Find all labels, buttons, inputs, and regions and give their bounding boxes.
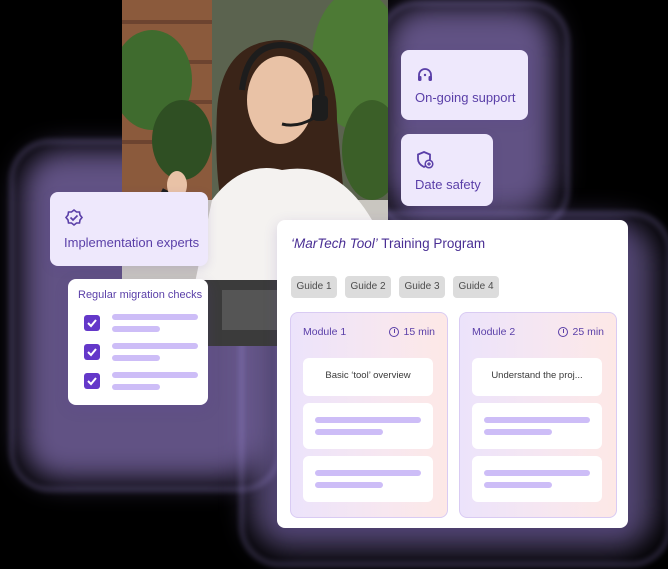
- placeholder-bar: [484, 429, 552, 435]
- module-1-placeholder-item: [303, 456, 433, 502]
- clock-icon: [389, 327, 400, 337]
- check-item[interactable]: [84, 312, 198, 334]
- headset-icon: [415, 66, 435, 86]
- tab-guide-2[interactable]: Guide 2: [345, 276, 391, 298]
- placeholder-bar: [315, 482, 383, 488]
- placeholder-bar: [112, 355, 160, 361]
- date-safety-card: Date safety: [401, 134, 493, 206]
- module-2-time: 25 min: [572, 326, 604, 338]
- program-title-tool: ‘MarTech Tool’: [291, 236, 378, 251]
- placeholder-bar: [112, 343, 198, 349]
- module-1-duration: 15 min: [389, 326, 435, 338]
- placeholder-bar: [112, 314, 198, 320]
- module-2-duration: 25 min: [558, 326, 604, 338]
- tab-guide-3[interactable]: Guide 3: [399, 276, 445, 298]
- ongoing-support-card: On-going support: [401, 50, 528, 120]
- checkbox-checked-icon[interactable]: [84, 373, 100, 389]
- module-2-item-label: Understand the proj...: [491, 370, 583, 381]
- placeholder-bar: [315, 429, 383, 435]
- module-2-card[interactable]: Module 2 25 min Understand the proj...: [459, 312, 617, 518]
- module-2-item[interactable]: Understand the proj...: [472, 358, 602, 396]
- module-1-item[interactable]: Basic ‘tool’ overview: [303, 358, 433, 396]
- placeholder-bar: [315, 417, 421, 423]
- clock-icon: [558, 327, 569, 337]
- module-1-item-label: Basic ‘tool’ overview: [325, 370, 411, 381]
- placeholder-bar: [484, 482, 552, 488]
- placeholder-bar: [315, 470, 421, 476]
- module-1-name: Module 1: [303, 326, 347, 338]
- migration-checks-card: Regular migration checks: [68, 279, 208, 405]
- training-program-card: ‘MarTech Tool’ Training Program Guide 1 …: [277, 220, 628, 528]
- module-1-time: 15 min: [403, 326, 435, 338]
- migration-checks-title: Regular migration checks: [78, 289, 203, 301]
- program-title-rest: Training Program: [377, 236, 486, 251]
- badge-icon: [64, 208, 84, 228]
- placeholder-bar: [484, 417, 590, 423]
- module-2-name: Module 2: [472, 326, 516, 338]
- implementation-experts-label: Implementation experts: [64, 235, 200, 250]
- tab-guide-1[interactable]: Guide 1: [291, 276, 337, 298]
- check-item[interactable]: [84, 370, 198, 392]
- module-1-card[interactable]: Module 1 15 min Basic ‘tool’ overview: [290, 312, 448, 518]
- check-item[interactable]: [84, 341, 198, 363]
- placeholder-bar: [484, 470, 590, 476]
- module-2-placeholder-item: [472, 456, 602, 502]
- checkbox-checked-icon[interactable]: [84, 344, 100, 360]
- program-title: ‘MarTech Tool’ Training Program: [291, 236, 485, 251]
- ongoing-support-label: On-going support: [415, 90, 516, 105]
- module-1-placeholder-item: [303, 403, 433, 449]
- placeholder-bar: [112, 372, 198, 378]
- implementation-experts-card: Implementation experts: [50, 192, 208, 266]
- checkbox-checked-icon[interactable]: [84, 315, 100, 331]
- module-2-placeholder-item: [472, 403, 602, 449]
- tab-guide-4[interactable]: Guide 4: [453, 276, 499, 298]
- placeholder-bar: [112, 326, 160, 332]
- placeholder-bar: [112, 384, 160, 390]
- shield-icon: [415, 150, 435, 170]
- date-safety-label: Date safety: [415, 177, 481, 192]
